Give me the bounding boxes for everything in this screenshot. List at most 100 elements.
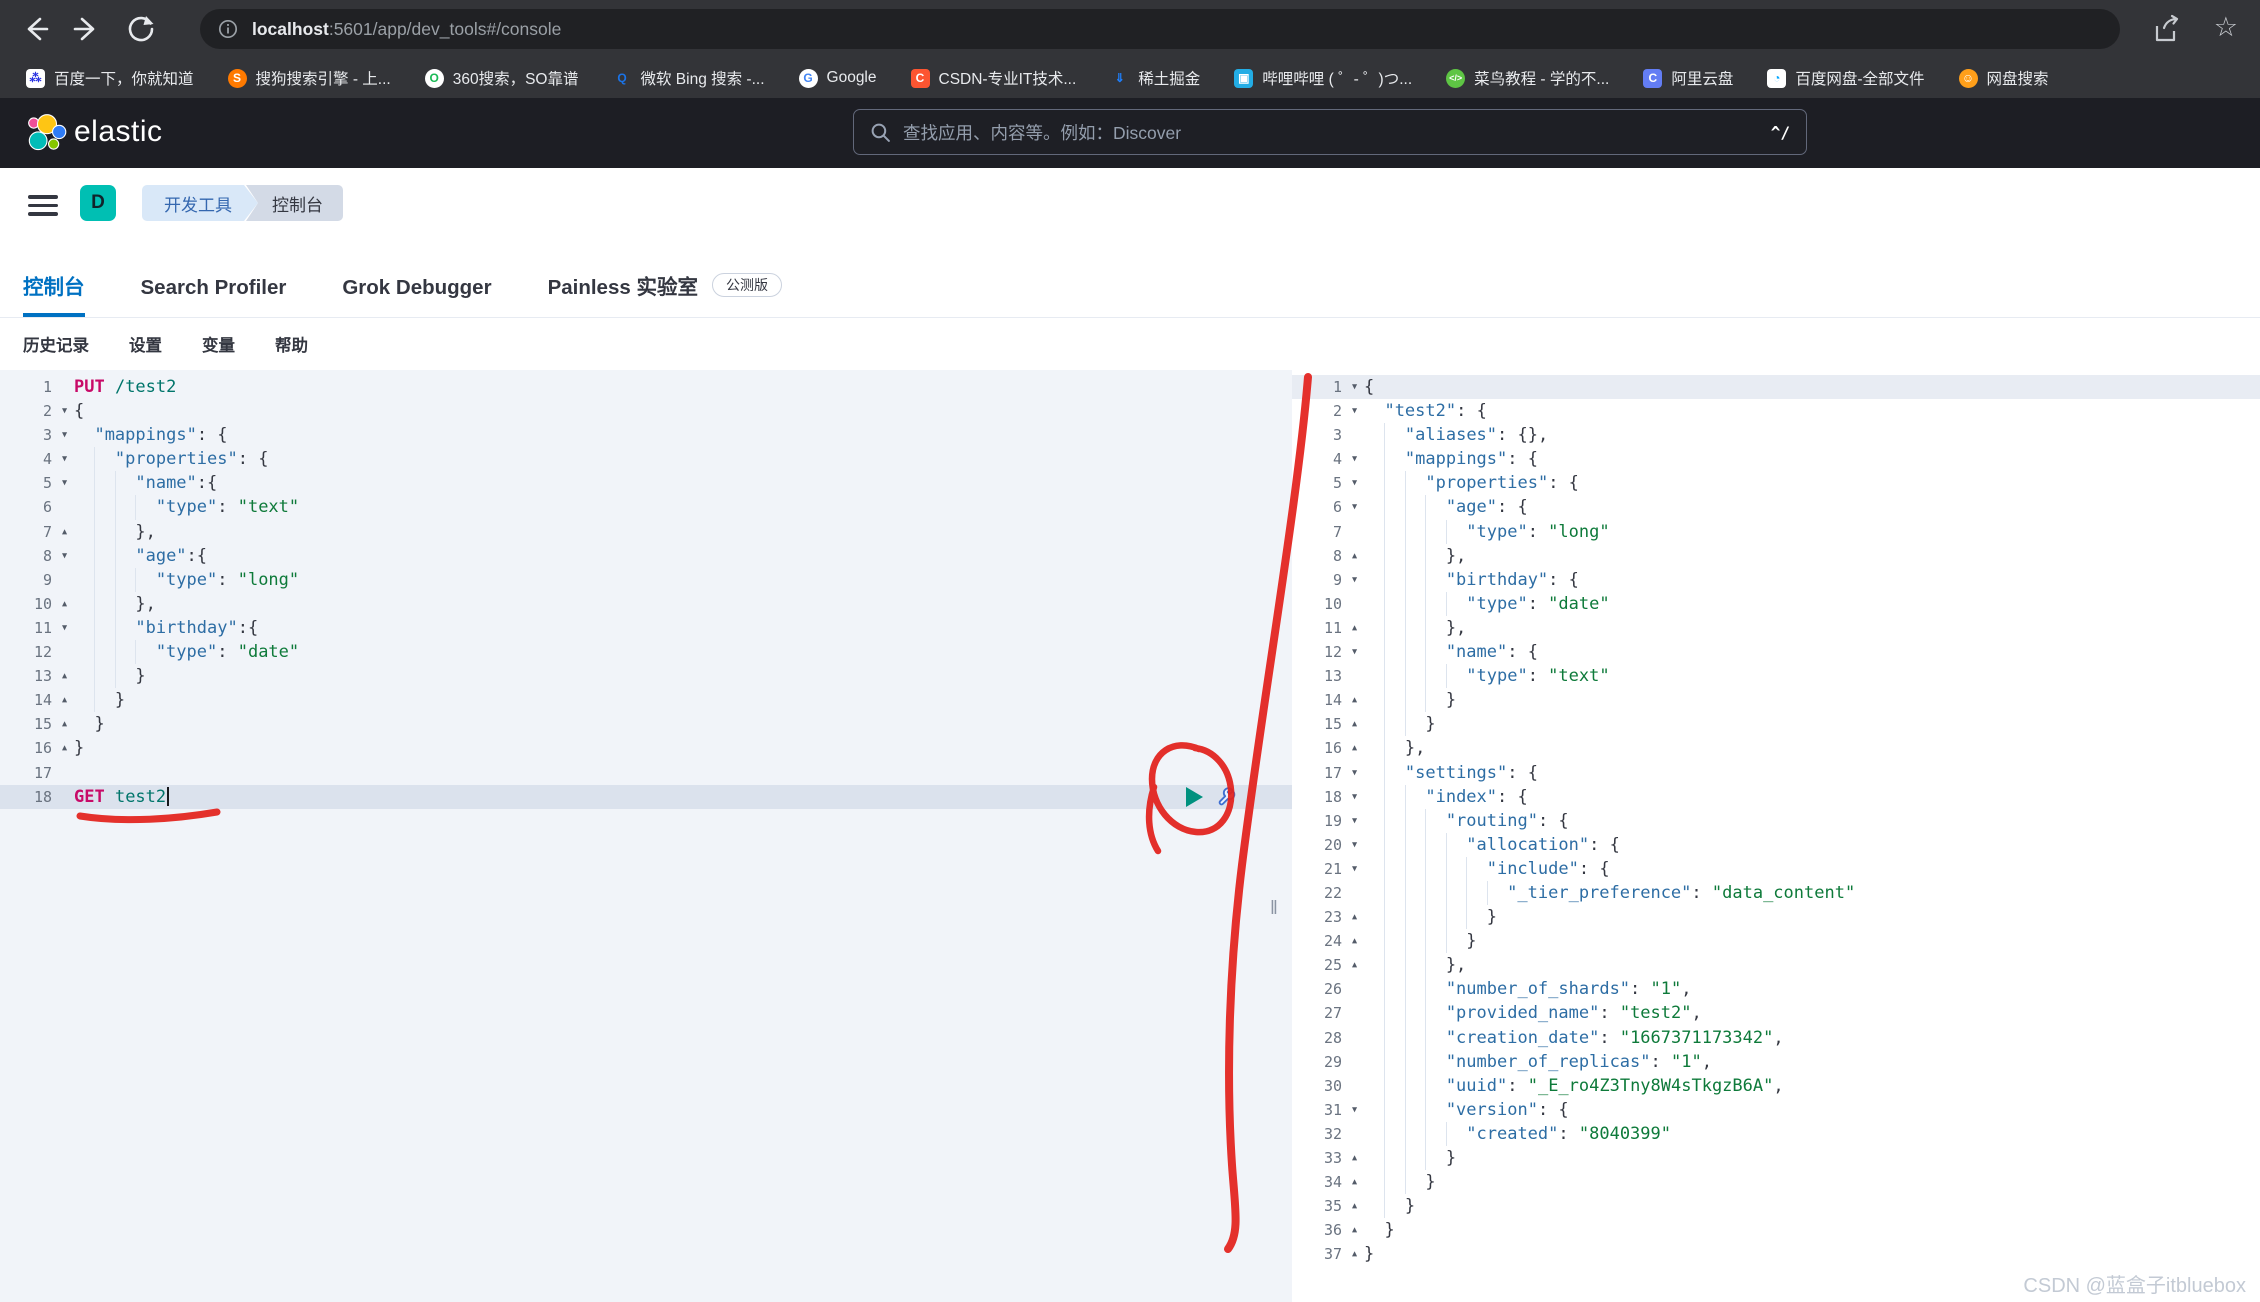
code-line[interactable]: 9 "type": "long" [0,567,1292,592]
fold-toggle-icon[interactable]: ▼ [55,471,74,495]
console-menu-item-3[interactable]: 帮助 [275,332,308,356]
fold-toggle-icon[interactable]: ▼ [1345,447,1364,471]
forward-icon[interactable] [72,14,102,44]
code-line[interactable]: 18 ▼ "index": { [1292,784,2260,809]
reload-icon[interactable] [126,14,156,44]
code-line[interactable]: 21 ▼ "include": { [1292,856,2260,881]
code-line[interactable]: 2 ▼ "test2": { [1292,399,2260,423]
fold-toggle-icon[interactable]: ▲ [1345,905,1364,929]
fold-toggle-icon[interactable]: ▲ [1345,544,1364,568]
console-menu-item-1[interactable]: 设置 [129,332,162,356]
fold-toggle-icon[interactable]: ▼ [55,399,74,423]
fold-toggle-icon[interactable]: ▼ [1345,568,1364,592]
code-line[interactable]: 3 "aliases": {}, [1292,423,2260,448]
fold-toggle-icon[interactable]: ▲ [55,688,74,712]
fold-toggle-icon[interactable]: ▼ [1345,640,1364,664]
bookmark-item[interactable]: C 阿里云盘 [1643,67,1733,89]
breadcrumb-console[interactable]: 控制台 [246,185,343,221]
code-line[interactable]: 34 ▲} [1292,1170,2260,1195]
bookmark-item[interactable]: S 搜狗搜索引擎 - 上... [227,67,391,89]
fold-toggle-icon[interactable]: ▲ [1345,736,1364,760]
code-line[interactable]: 33 ▲} [1292,1146,2260,1171]
code-line[interactable]: 20 ▼ "allocation": { [1292,832,2260,857]
bookmark-item[interactable]: ⇓ 稀土掘金 [1110,67,1201,89]
code-line[interactable]: 11 ▲}, [1292,615,2260,641]
fold-toggle-icon[interactable]: ▲ [55,592,74,616]
bookmark-star-icon[interactable]: ☆ [2214,12,2238,43]
bookmark-item[interactable]: ☺ 网盘搜索 [1958,67,2049,89]
fold-toggle-icon[interactable]: ▼ [1345,857,1364,881]
code-line[interactable]: 36 ▲} [1292,1218,2260,1242]
code-line[interactable]: 14 ▲} [1292,688,2260,713]
code-line[interactable]: 24 ▲} [1292,929,2260,954]
code-line[interactable]: 14 ▲} [0,688,1292,713]
fold-toggle-icon[interactable]: ▼ [55,616,74,640]
code-line[interactable]: 32 "created": "8040399" [1292,1121,2260,1146]
console-menu-item-0[interactable]: 历史记录 [23,332,89,356]
code-line[interactable]: 12 ▼ "name": { [1292,640,2260,665]
code-line[interactable]: 15 ▲} [0,712,1292,736]
code-line[interactable]: 5 ▼ "properties": { [1292,471,2260,496]
code-line[interactable]: 12 "type": "date" [0,640,1292,665]
code-line[interactable]: 13 "type": "text" [1292,664,2260,689]
fold-toggle-icon[interactable]: ▼ [1345,399,1364,423]
fold-toggle-icon[interactable]: ▲ [1345,712,1364,736]
code-line[interactable]: 2 ▼{ [0,399,1292,423]
code-line[interactable]: 8 ▲}, [1292,543,2260,568]
fold-toggle-icon[interactable]: ▼ [1345,761,1364,785]
code-line[interactable]: 9 ▼ "birthday": { [1292,567,2260,592]
code-line[interactable]: 1 ▼{ [1292,375,2260,400]
request-editor[interactable]: 1 PUT /test2 2 ▼{3 ▼ "mappings": {4 ▼ "properti… [0,370,1292,1302]
code-line[interactable]: 19 ▼ "routing": { [1292,808,2260,833]
code-line[interactable]: 18 GET test2 [0,784,1292,809]
code-line[interactable]: 17 [0,761,1292,785]
fold-toggle-icon[interactable]: ▼ [1345,375,1364,399]
fold-toggle-icon[interactable]: ▲ [1345,953,1364,977]
bookmark-item[interactable]: O 360搜索，SO靠谱 [424,67,578,89]
fold-toggle-icon[interactable]: ▼ [1345,809,1364,833]
code-line[interactable]: 28 "creation_date": "1667371173342", [1292,1025,2260,1050]
code-line[interactable]: 22 "_tier_preference": "data_content" [1292,880,2260,906]
menu-hamburger-icon[interactable] [28,195,58,219]
tab-grok-debugger[interactable]: Grok Debugger [342,276,491,317]
bookmark-item[interactable]: </> 菜鸟教程 - 学的不... [1446,67,1609,89]
code-line[interactable]: 11 ▼ "birthday":{ [0,615,1292,641]
back-icon[interactable] [20,14,50,44]
fold-toggle-icon[interactable]: ▲ [1345,1170,1364,1194]
bookmark-item[interactable]: ⁂ 百度一下，你就知道 [26,67,194,89]
bookmark-item[interactable]: ▣ 哔哩哔哩 ( ゜- ゜)つ... [1234,67,1412,89]
code-line[interactable]: 37 ▲} [1292,1242,2260,1266]
code-line[interactable]: 7 "type": "long" [1292,519,2260,544]
url-bar[interactable]: localhost:5601/app/dev_tools#/console [200,9,2120,49]
code-line[interactable]: 16 ▲}, [1292,736,2260,761]
code-line[interactable]: 35 ▲} [1292,1194,2260,1219]
code-line[interactable]: 16 ▲} [0,736,1292,760]
code-line[interactable]: 1 PUT /test2 [0,375,1292,399]
fold-toggle-icon[interactable]: ▲ [1345,616,1364,640]
site-info-icon[interactable] [218,19,238,39]
code-line[interactable]: 7 ▲}, [0,519,1292,544]
tab-console[interactable]: 控制台 [23,270,85,317]
code-line[interactable]: 4 ▼ "properties": { [0,447,1292,472]
bookmark-item[interactable]: C CSDN-专业IT技术... [910,67,1076,89]
bookmark-item[interactable]: ◔ 百度网盘-全部文件 [1767,67,1925,89]
fold-toggle-icon[interactable]: ▼ [55,423,74,447]
code-line[interactable]: 17 ▼ "settings": { [1292,760,2260,785]
code-line[interactable]: 10 ▲}, [0,591,1292,616]
code-line[interactable]: 23 ▲} [1292,905,2260,930]
fold-toggle-icon[interactable]: ▲ [1345,1146,1364,1170]
code-line[interactable]: 4 ▼ "mappings": { [1292,447,2260,472]
request-options-wrench-icon[interactable] [1212,781,1240,809]
global-search-input[interactable]: 查找应用、内容等。例如：Discover ^/ [853,109,1807,155]
code-line[interactable]: 29 "number_of_replicas": "1", [1292,1049,2260,1074]
code-line[interactable]: 6 ▼ "age": { [1292,495,2260,520]
fold-toggle-icon[interactable]: ▲ [1345,688,1364,712]
fold-toggle-icon[interactable]: ▲ [1345,1218,1364,1242]
tab-painless-[interactable]: Painless 实验室 公测版 [548,270,782,317]
code-line[interactable]: 13 ▲} [0,664,1292,689]
code-line[interactable]: 15 ▲} [1292,712,2260,737]
code-line[interactable]: 3 ▼ "mappings": { [0,423,1292,447]
fold-toggle-icon[interactable]: ▼ [1345,495,1364,519]
bookmark-item[interactable]: G Google [798,68,877,88]
console-menu-item-2[interactable]: 变量 [202,332,235,356]
